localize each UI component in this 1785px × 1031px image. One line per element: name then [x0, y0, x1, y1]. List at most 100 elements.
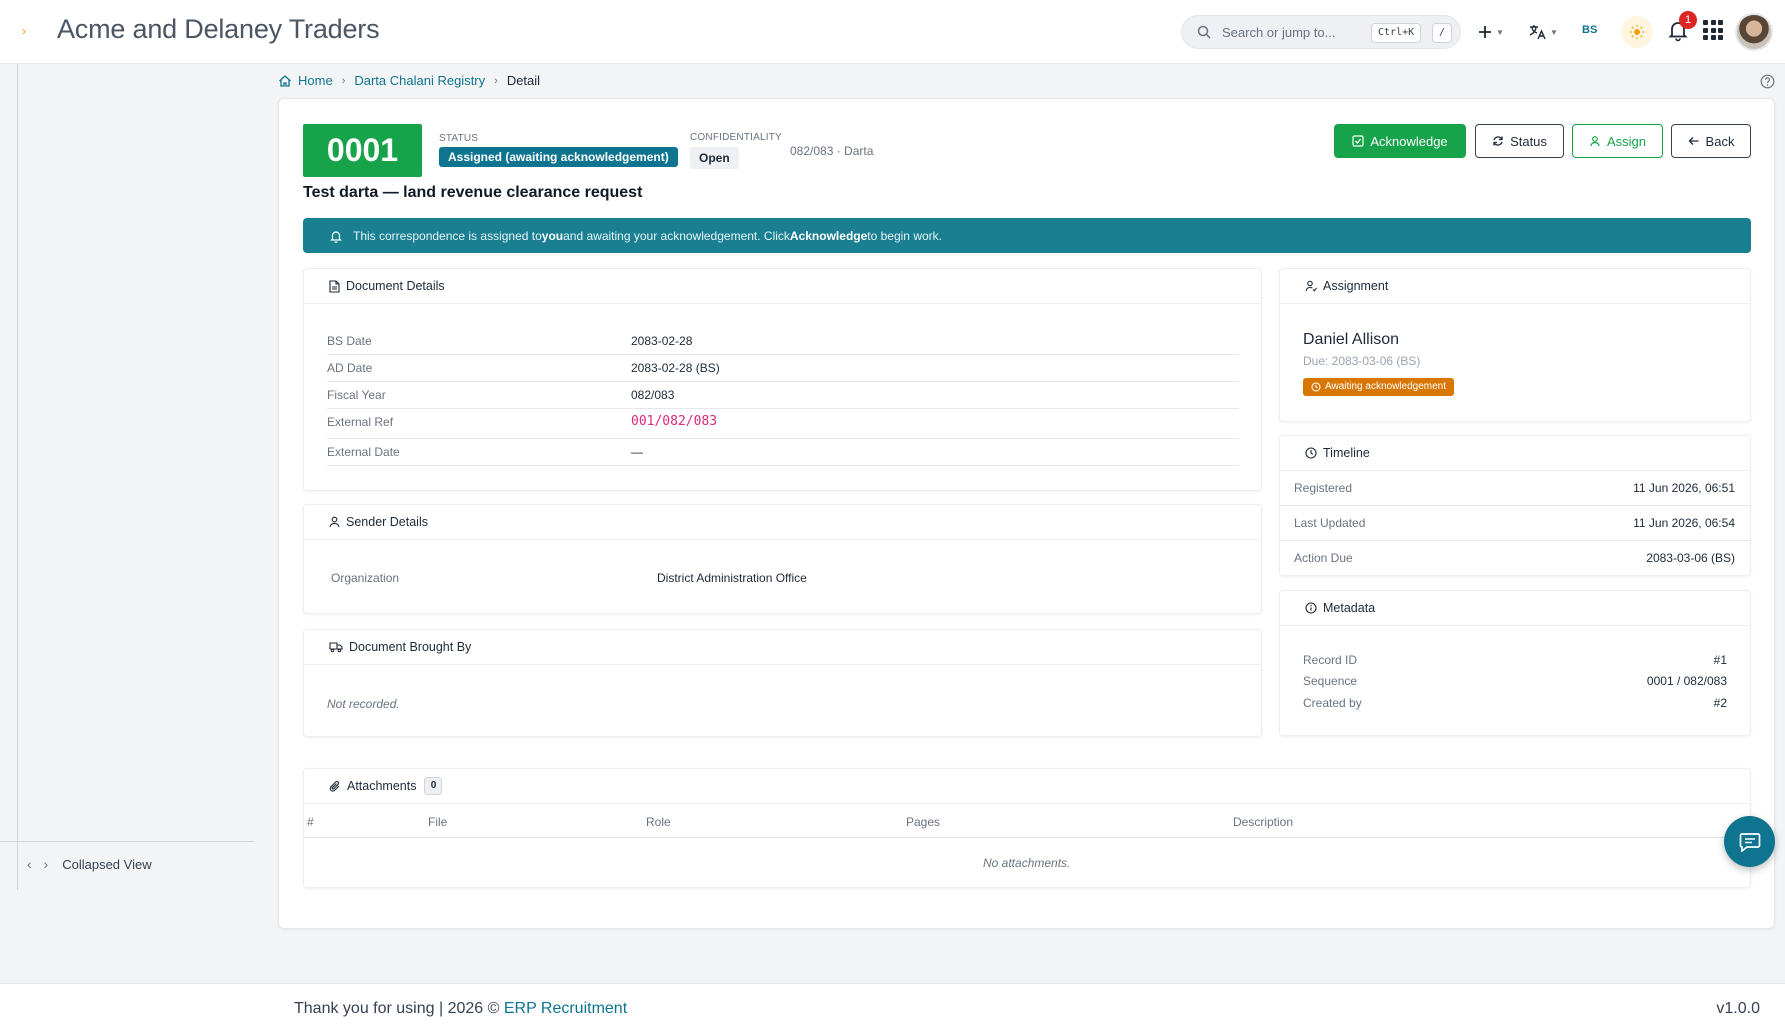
detail-value-text: 11 Jun 2026, 06:54: [1633, 516, 1735, 530]
quick-add-button[interactable]: ▼: [1478, 18, 1504, 46]
truck-icon: [329, 641, 343, 652]
alert-text-you: you: [541, 228, 564, 243]
panel-title: Document Brought By: [349, 640, 472, 654]
timeline-label: Last Updated: [1294, 516, 1365, 530]
apps-grid-icon[interactable]: [1703, 20, 1723, 40]
detail-value: 2083-02-28 (BS): [631, 361, 720, 375]
collapse-label: Collapsed View: [62, 856, 152, 872]
status-badge: Assigned (awaiting acknowledgement): [439, 147, 678, 167]
sender-org-label: Organization: [331, 571, 399, 585]
top-bar: › Acme and Delaney Traders Search or jum…: [0, 0, 1785, 64]
chevron-right-icon: ›: [494, 74, 498, 87]
help-icon[interactable]: [1760, 74, 1775, 89]
chevron-down-icon: ▼: [1550, 27, 1558, 37]
breadcrumb-home-link[interactable]: Home: [298, 73, 333, 88]
detail-label: Organization: [331, 571, 400, 585]
search-shortcut: Ctrl+K: [1371, 23, 1422, 43]
detail-label: Record ID: [1303, 653, 1358, 667]
detail-value-text: 11 Jun 2026, 06:51: [1633, 481, 1735, 495]
metadata-value: #2: [1560, 696, 1727, 710]
detail-label: AD Date: [327, 361, 373, 375]
breadcrumb-current: Detail: [506, 73, 541, 88]
timeline-label: Registered: [1294, 481, 1352, 495]
back-button[interactable]: Back: [1671, 124, 1751, 158]
bell-icon: [330, 230, 342, 243]
acknowledge-alert: This correspondence is assigned to you and…: [303, 218, 1751, 253]
detail-value: 2083-02-28: [631, 334, 692, 348]
search-shortcut-alt: /: [1432, 23, 1453, 43]
panel-title: Metadata: [1323, 601, 1376, 615]
clock-icon: [1305, 447, 1317, 459]
divider: [327, 438, 1239, 439]
divider: [1280, 505, 1750, 506]
external-ref-code: 001/082/083: [631, 414, 718, 429]
metadata-label: Created by: [1303, 696, 1362, 710]
calendar-mode-toggle[interactable]: BS: [1582, 24, 1597, 36]
assign-button[interactable]: Assign: [1572, 124, 1663, 158]
version-label: v1.0.0: [1716, 1000, 1760, 1017]
detail-value-text: #2: [1713, 696, 1727, 710]
footer-text: Thank you for using | 2026 © ERP Recruit…: [294, 1000, 627, 1018]
alert-text-mid: and awaiting your acknowledgement. Click: [563, 228, 790, 243]
alert-text-pre: This correspondence is assigned to: [353, 228, 542, 243]
confidentiality-label: Confidentiality: [690, 132, 782, 143]
panel-header: Attachments 0: [304, 769, 1750, 804]
detail-value-text: 082/083: [631, 388, 675, 402]
timeline-value: 11 Jun 2026, 06:54: [1560, 516, 1735, 530]
timeline-value: 2083-03-06 (BS): [1560, 551, 1735, 565]
metadata-label: Record ID: [1303, 653, 1357, 667]
sidebar-edge: [17, 64, 18, 890]
detail-label: Last Updated: [1294, 516, 1366, 530]
divider: [1280, 540, 1750, 541]
breadcrumb: Home › Darta Chalani Registry › Detail: [278, 73, 540, 88]
chevron-left-right-icon: ‹ ›: [27, 856, 53, 872]
user-check-icon: [1305, 280, 1317, 292]
table-header-file: File: [428, 815, 448, 829]
divider: [304, 837, 1750, 838]
table-header-pages: Pages: [906, 815, 941, 829]
chat-icon: [1739, 832, 1760, 852]
footer-link[interactable]: ERP Recruitment: [504, 1000, 627, 1017]
chevron-right-icon: ›: [341, 74, 346, 87]
timeline-label: Action Due: [1294, 551, 1353, 565]
metadata-label: Sequence: [1303, 674, 1357, 688]
detail-label: Created by: [1303, 696, 1362, 710]
document-details-panel: Document Details: [303, 268, 1262, 491]
detail-label: Action Due: [1294, 551, 1353, 565]
search-box[interactable]: Search or jump to... Ctrl+K /: [1181, 15, 1461, 49]
confidentiality-badge: Open: [690, 147, 739, 169]
status-button[interactable]: Status: [1475, 124, 1564, 158]
detail-row: External Ref: [327, 415, 393, 429]
acknowledge-button[interactable]: Acknowledge: [1334, 124, 1466, 158]
alert-text-ack: Acknowledge: [789, 228, 868, 243]
breadcrumb-registry-link[interactable]: Darta Chalani Registry: [354, 73, 485, 88]
logo-icon[interactable]: ›: [22, 24, 32, 38]
collapse-sidebar-button[interactable]: ‹ › Collapsed View: [27, 856, 152, 872]
document-icon: [329, 279, 340, 293]
user-avatar[interactable]: [1735, 13, 1773, 51]
panel-header: Assignment: [1280, 269, 1750, 304]
divider: [327, 465, 1239, 466]
theme-toggle[interactable]: [1621, 16, 1653, 48]
panel-title: Sender Details: [346, 515, 428, 529]
fiscal-year-type: 082/083 · Darta: [790, 144, 874, 158]
assignment-due: Due: 2083-03-06 (BS): [1303, 354, 1421, 368]
metadata-value: #1: [1560, 653, 1727, 667]
search-placeholder[interactable]: Search or jump to...: [1222, 25, 1335, 40]
awaiting-badge-text: Awaiting acknowledgement: [1325, 381, 1447, 392]
panel-header: Document Details: [304, 269, 1261, 304]
document-number: 0001: [303, 124, 422, 177]
panel-header: Timeline: [1280, 436, 1750, 471]
divider: [327, 408, 1239, 409]
detail-label: External Ref: [327, 415, 394, 429]
plus-icon: [1479, 26, 1491, 38]
language-button[interactable]: ▼: [1529, 18, 1558, 46]
detail-value-text: District Administration Office: [657, 571, 807, 585]
panel-title: Attachments: [347, 779, 417, 793]
assignee-name: Daniel Allison: [1303, 331, 1400, 348]
user-icon: [329, 516, 340, 528]
attachments-empty: No attachments.: [983, 856, 1071, 870]
arrow-left-icon: [1688, 137, 1699, 145]
paperclip-icon: [329, 780, 340, 792]
chat-button[interactable]: [1724, 816, 1775, 867]
